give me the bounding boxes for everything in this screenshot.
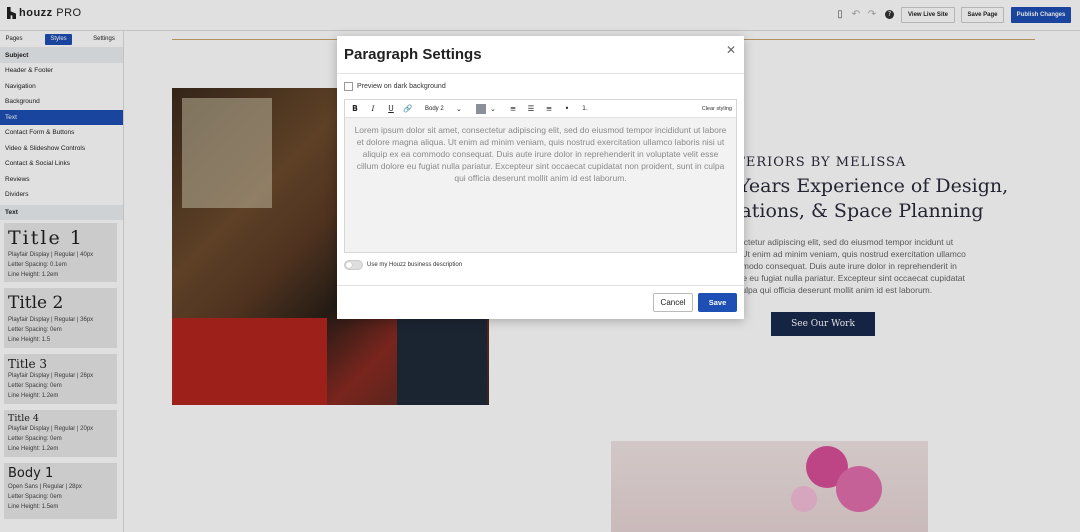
numbered-list-icon[interactable]: 1. [580, 104, 590, 114]
align-center-icon[interactable]: ☰ [526, 104, 536, 114]
text-style-select[interactable]: Body 2 [425, 104, 444, 114]
rich-text-editor[interactable]: B I U 🔗 Body 2 ⌄ ⌄ ≡ ☰ ≡ • 1. Clear styl… [344, 99, 737, 253]
divider [337, 73, 744, 74]
link-icon[interactable]: 🔗 [403, 104, 413, 114]
chevron-down-icon[interactable]: ⌄ [456, 104, 462, 114]
editor-toolbar: B I U 🔗 Body 2 ⌄ ⌄ ≡ ☰ ≡ • 1. Clear styl… [345, 100, 736, 118]
dialog-title: Paragraph Settings [344, 46, 482, 63]
cancel-button[interactable]: Cancel [653, 293, 693, 312]
chevron-down-icon[interactable]: ⌄ [490, 104, 496, 114]
paragraph-settings-dialog: Paragraph Settings ✕ Preview on dark bac… [337, 36, 744, 319]
italic-icon[interactable]: I [368, 104, 378, 114]
divider [337, 285, 744, 286]
save-button[interactable]: Save [698, 293, 737, 312]
bold-icon[interactable]: B [350, 104, 360, 114]
bulleted-list-icon[interactable]: • [562, 104, 572, 114]
underline-icon[interactable]: U [386, 104, 396, 114]
text-color-swatch[interactable] [476, 104, 486, 114]
close-icon[interactable]: ✕ [726, 43, 736, 57]
dark-background-checkbox[interactable] [344, 82, 353, 91]
editor-content[interactable]: Lorem ipsum dolor sit amet, consectetur … [351, 124, 730, 184]
clear-styling-button[interactable]: Clear styling [702, 104, 732, 114]
align-right-icon[interactable]: ≡ [544, 104, 554, 114]
align-left-icon[interactable]: ≡ [508, 104, 518, 114]
business-description-toggle[interactable] [344, 260, 363, 270]
toggle-knob [346, 262, 352, 268]
business-description-label: Use my Houzz business description [367, 262, 463, 268]
dark-background-label[interactable]: Preview on dark background [357, 82, 446, 91]
